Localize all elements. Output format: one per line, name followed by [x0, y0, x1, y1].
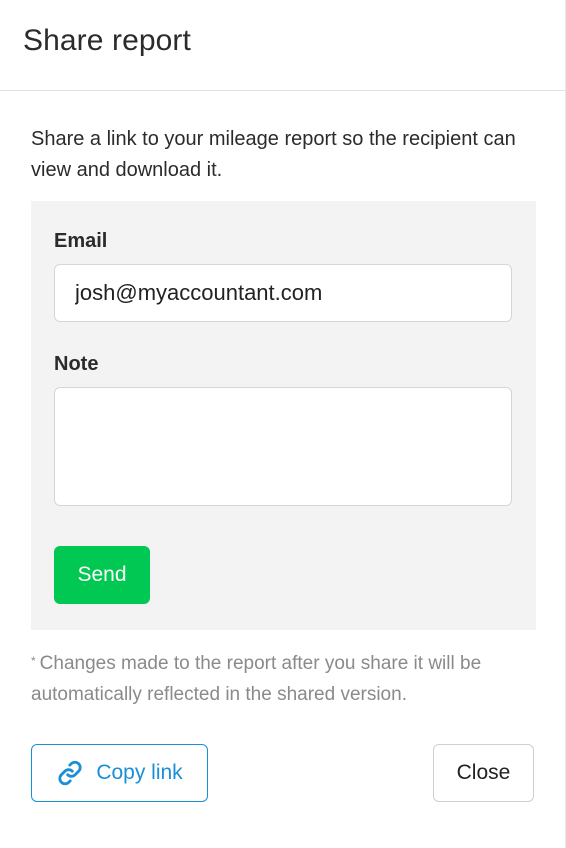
footnote: * Changes made to the report after you sh… [31, 648, 536, 710]
close-button[interactable]: Close [433, 744, 534, 802]
share-form-panel: Email Note Send [31, 201, 536, 630]
dialog-title: Share report [23, 24, 191, 57]
note-label: Note [54, 353, 99, 375]
copy-link-label: Copy link [96, 761, 183, 784]
dialog-description: Share a link to your mileage report so t… [31, 128, 516, 181]
note-textarea[interactable] [54, 387, 512, 506]
share-report-dialog: Share report Share a link to your mileag… [0, 0, 566, 848]
email-label: Email [54, 230, 108, 252]
footnote-asterisk: * [31, 654, 36, 668]
email-input[interactable] [54, 264, 512, 322]
dialog-header: Share report [0, 0, 565, 91]
link-icon [56, 759, 84, 787]
dialog-actions: Copy link Close [31, 744, 534, 802]
footnote-text: Changes made to the report after you sha… [31, 653, 482, 705]
copy-link-button[interactable]: Copy link [31, 744, 208, 802]
send-button[interactable]: Send [54, 546, 150, 604]
dialog-body: Share a link to your mileage report so t… [0, 91, 565, 710]
